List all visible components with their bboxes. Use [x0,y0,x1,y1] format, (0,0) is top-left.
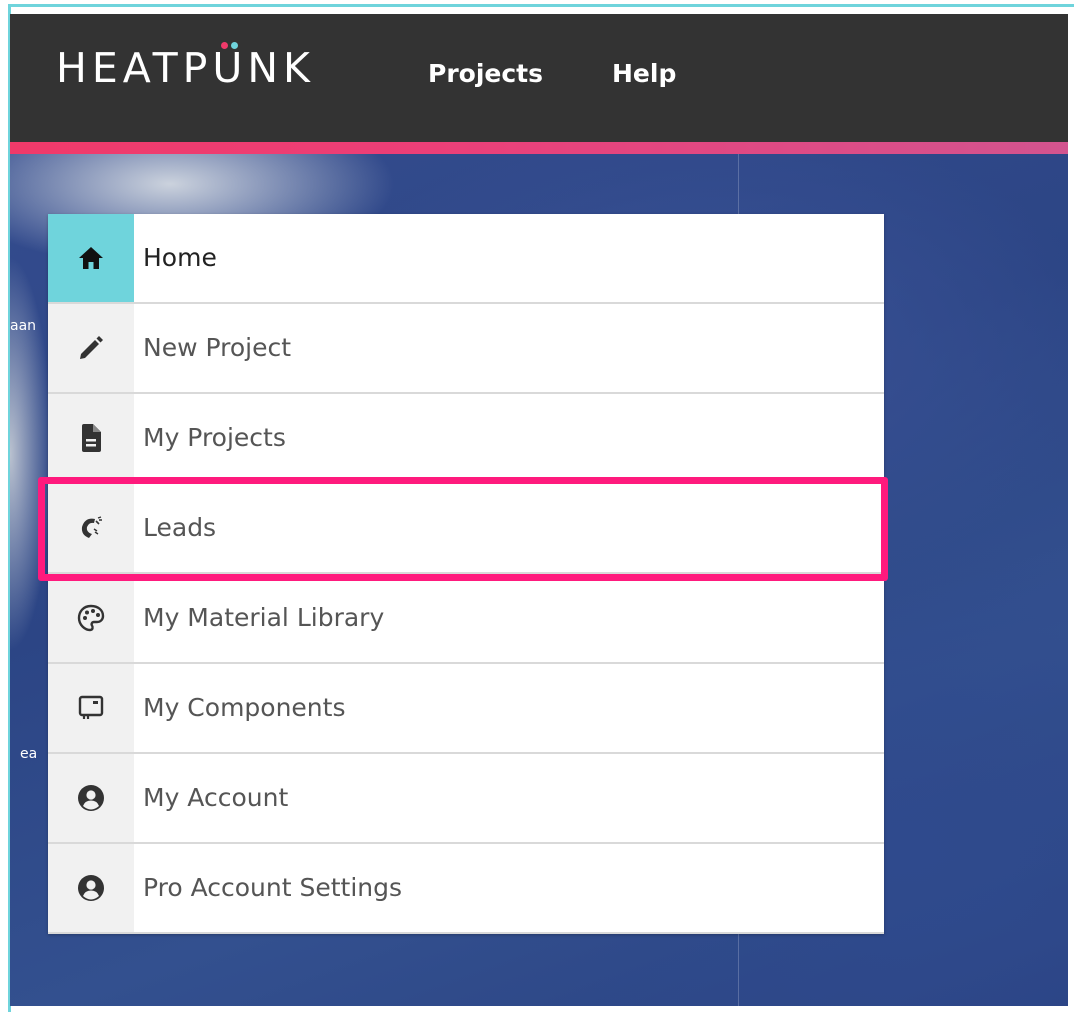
menu-item-material-library[interactable]: My Material Library [48,574,884,664]
pencil-icon [48,304,134,392]
logo-dot-pink [220,42,228,49]
menu-item-label: Home [143,243,217,272]
user-circle-icon [48,754,134,842]
menu-item-label: My Material Library [143,603,385,632]
nav-projects-link[interactable]: Projects [428,56,543,92]
logo-u-text: U [212,44,248,92]
navbar-accent-bar [10,142,1068,154]
main-menu: Home New Project My Projects Leads My Ma… [48,214,884,934]
heatpunk-logo[interactable]: HEATPU NK [56,42,315,92]
magnet-icon [48,484,134,572]
menu-item-pro-account-settings[interactable]: Pro Account Settings [48,844,884,934]
map-place-label: ea [20,746,38,762]
palette-icon [48,574,134,662]
menu-item-label: Leads [143,513,217,542]
menu-item-label: My Components [143,693,346,722]
boiler-icon [48,664,134,752]
user-circle-icon [48,844,134,932]
menu-item-home[interactable]: Home [48,214,884,304]
logo-text-start: HEATP [56,44,213,92]
menu-item-my-components[interactable]: My Components [48,664,884,754]
menu-item-label: My Projects [143,423,286,452]
menu-item-leads[interactable]: Leads [48,484,884,574]
map-place-label: aan [10,318,37,334]
menu-item-my-account[interactable]: My Account [48,754,884,844]
logo-u-letter: U [212,42,248,92]
menu-item-my-projects[interactable]: My Projects [48,394,884,484]
menu-item-label: New Project [143,333,292,362]
logo-text-end: NK [247,44,315,92]
document-icon [48,394,134,482]
menu-item-label: Pro Account Settings [143,873,403,902]
menu-item-new-project[interactable]: New Project [48,304,884,394]
logo-dots [220,42,240,50]
menu-item-label: My Account [143,783,289,812]
home-icon [48,214,134,302]
nav-help-link[interactable]: Help [612,56,676,92]
logo-dot-cyan [230,42,238,49]
